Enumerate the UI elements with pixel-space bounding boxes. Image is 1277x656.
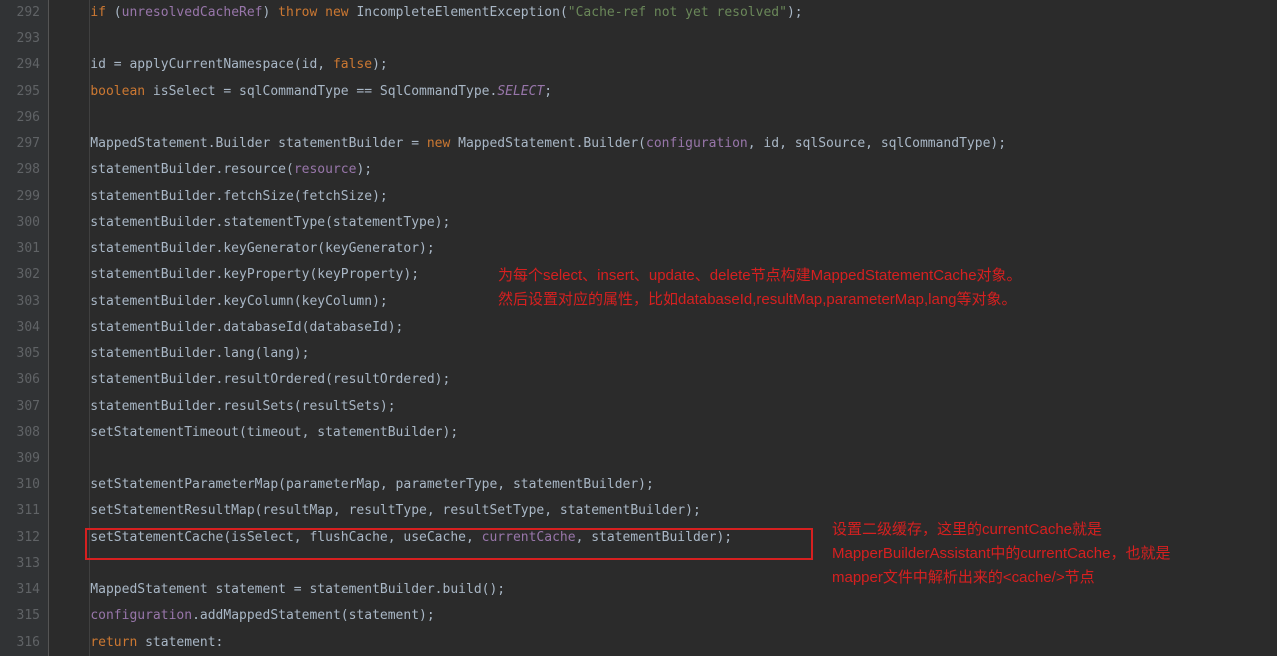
code-line[interactable]: setStatementParameterMap(parameterMap, p…	[51, 472, 1277, 498]
line-number: 312	[4, 525, 40, 551]
code-token: , id, sqlSource, sqlCommandType);	[748, 136, 1006, 151]
code-line[interactable]: configuration.addMappedStatement(stateme…	[51, 603, 1277, 629]
code-line[interactable]: if (unresolvedCacheRef) throw new Incomp…	[51, 0, 1277, 26]
code-token: isSelect = sqlCommandType == SqlCommandT…	[145, 84, 497, 99]
line-number: 301	[4, 236, 40, 262]
code-line[interactable]: boolean isSelect = sqlCommandType == Sql…	[51, 79, 1277, 105]
code-token: statementBuilder.keyGenerator(keyGenerat…	[59, 241, 435, 256]
code-line[interactable]	[51, 446, 1277, 472]
line-number: 308	[4, 420, 40, 446]
code-token: .addMappedStatement(statement);	[192, 608, 435, 623]
annotation-2: 设置二级缓存，这里的currentCache就是 MapperBuilderAs…	[832, 518, 1170, 590]
code-line[interactable]: statementBuilder.resultOrdered(resultOrd…	[51, 367, 1277, 393]
code-token	[59, 84, 90, 99]
code-line[interactable]	[51, 26, 1277, 52]
code-token: id = applyCurrentNamespace(id,	[59, 57, 333, 72]
code-token: statementBuilder.resultOrdered(resultOrd…	[59, 372, 450, 387]
code-line[interactable]	[51, 105, 1277, 131]
code-token: ;	[544, 84, 552, 99]
code-token: resource	[294, 162, 357, 177]
code-token: , statementBuilder);	[576, 530, 733, 545]
code-line[interactable]: statementBuilder.fetchSize(fetchSize);	[51, 184, 1277, 210]
code-token: statement:	[137, 635, 223, 650]
line-number: 296	[4, 105, 40, 131]
code-line[interactable]: statementBuilder.statementType(statement…	[51, 210, 1277, 236]
code-token: statementBuilder.keyColumn(keyColumn);	[59, 294, 388, 309]
code-token: return	[90, 635, 137, 650]
code-line[interactable]: statementBuilder.lang(lang);	[51, 341, 1277, 367]
code-token: setStatementResultMap(resultMap, resultT…	[59, 503, 701, 518]
code-token: false	[333, 57, 372, 72]
code-token: boolean	[90, 84, 145, 99]
code-line[interactable]: setStatementTimeout(timeout, statementBu…	[51, 420, 1277, 446]
line-number: 313	[4, 551, 40, 577]
line-number: 293	[4, 26, 40, 52]
code-line[interactable]: statementBuilder.keyGenerator(keyGenerat…	[51, 236, 1277, 262]
line-number: 295	[4, 79, 40, 105]
code-line[interactable]: return statement:	[51, 630, 1277, 656]
code-token: statementBuilder.resource(	[59, 162, 294, 177]
code-token: statementBuilder.keyProperty(keyProperty…	[59, 267, 419, 282]
code-token	[59, 635, 90, 650]
code-token: "Cache-ref not yet resolved"	[568, 5, 787, 20]
code-token: statementBuilder.fetchSize(fetchSize);	[59, 189, 388, 204]
line-number: 315	[4, 603, 40, 629]
line-number: 316	[4, 630, 40, 656]
code-token: currentCache	[482, 530, 576, 545]
line-number: 307	[4, 394, 40, 420]
line-number: 303	[4, 289, 40, 315]
code-token: statementBuilder.databaseId(databaseId);	[59, 320, 403, 335]
indent-guide	[89, 0, 90, 656]
code-token: statementBuilder.statementType(statement…	[59, 215, 450, 230]
code-token: (	[106, 5, 122, 20]
code-token: MappedStatement.Builder(	[450, 136, 646, 151]
code-token: MappedStatement statement = statementBui…	[59, 582, 505, 597]
code-line[interactable]: statementBuilder.databaseId(databaseId);	[51, 315, 1277, 341]
code-token: MappedStatement.Builder statementBuilder…	[59, 136, 427, 151]
code-token: unresolvedCacheRef	[122, 5, 263, 20]
code-token: setStatementCache(isSelect, flushCache, …	[59, 530, 482, 545]
code-token: new	[427, 136, 450, 151]
code-token: setStatementParameterMap(parameterMap, p…	[59, 477, 654, 492]
line-number: 300	[4, 210, 40, 236]
line-number: 309	[4, 446, 40, 472]
code-token: )	[263, 5, 279, 20]
code-line[interactable]: MappedStatement.Builder statementBuilder…	[51, 131, 1277, 157]
line-number: 314	[4, 577, 40, 603]
code-token: );	[356, 162, 372, 177]
code-token: configuration	[646, 136, 748, 151]
line-number: 298	[4, 157, 40, 183]
code-token: setStatementTimeout(timeout, statementBu…	[59, 425, 458, 440]
line-number: 305	[4, 341, 40, 367]
code-line[interactable]: id = applyCurrentNamespace(id, false);	[51, 52, 1277, 78]
code-token: );	[787, 5, 803, 20]
code-line[interactable]: statementBuilder.resource(resource);	[51, 157, 1277, 183]
line-number: 302	[4, 262, 40, 288]
code-token	[59, 5, 90, 20]
line-gutter: 2922932942952962972982993003013023033043…	[0, 0, 48, 656]
line-number: 297	[4, 131, 40, 157]
line-number: 292	[4, 0, 40, 26]
code-token: statementBuilder.resulSets(resultSets);	[59, 399, 396, 414]
line-number: 310	[4, 472, 40, 498]
code-line[interactable]: statementBuilder.resulSets(resultSets);	[51, 394, 1277, 420]
code-token: SELECT	[497, 84, 544, 99]
code-token	[59, 608, 90, 623]
line-number: 294	[4, 52, 40, 78]
annotation-1: 为每个select、insert、update、delete节点构建Mapped…	[498, 264, 1022, 312]
code-token: );	[372, 57, 388, 72]
line-number: 311	[4, 498, 40, 524]
line-number: 299	[4, 184, 40, 210]
code-token: throw new	[278, 5, 348, 20]
code-token: IncompleteElementException(	[349, 5, 568, 20]
code-token: statementBuilder.lang(lang);	[59, 346, 309, 361]
line-number: 304	[4, 315, 40, 341]
line-number: 306	[4, 367, 40, 393]
code-token: if	[90, 5, 106, 20]
code-token: configuration	[90, 608, 192, 623]
